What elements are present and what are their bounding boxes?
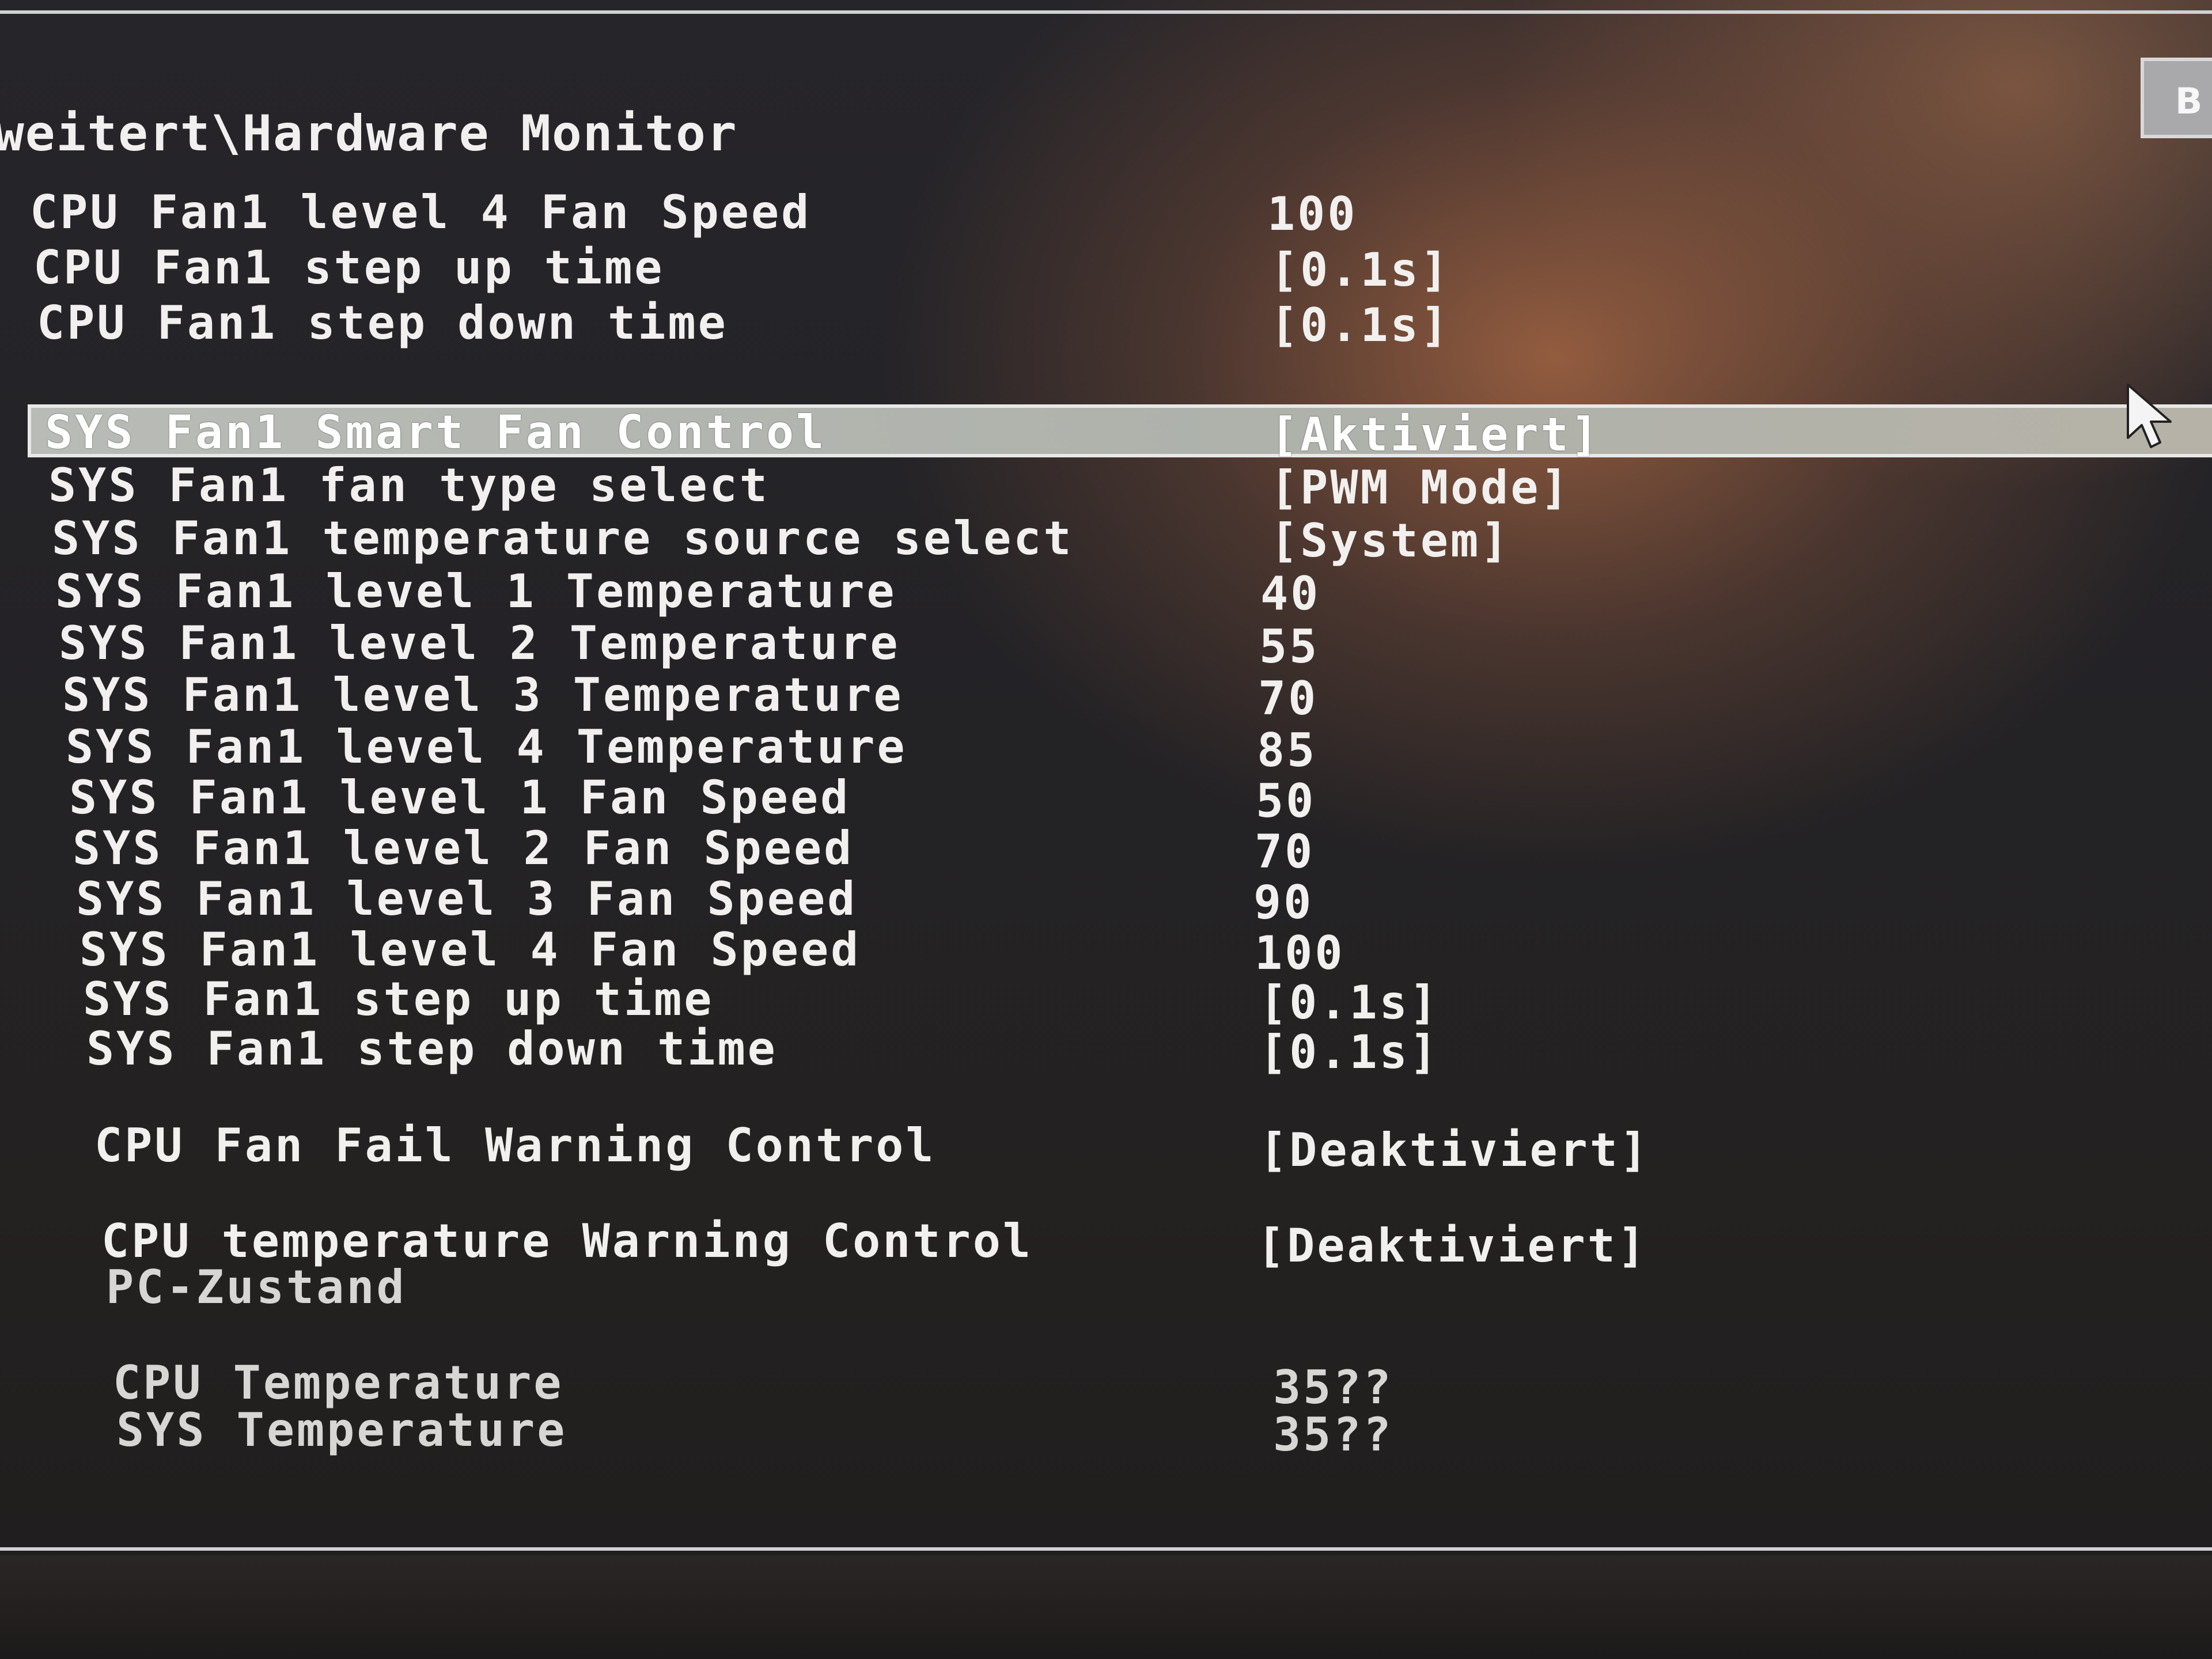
sys-fan1-level1-temp-label[interactable]: SYS Fan1 level 1 Temperature [55,565,897,618]
sys-fan1-level1-temp-value[interactable]: 40 [1260,567,1320,620]
sys-fan1-temp-source-value[interactable]: [System] [1270,514,1510,567]
sys-fan1-level2-speed-value[interactable]: 70 [1255,825,1315,878]
sys-fan1-smart-fan-control-value[interactable]: [Aktiviert] [1270,408,1601,461]
sys-fan1-step-up-label[interactable]: SYS Fan1 step up time [83,972,714,1026]
cpu-fan1-level4-speed-value[interactable]: 100 [1267,187,1358,241]
sys-fan1-level2-speed-label[interactable]: SYS Fan1 level 2 Fan Speed [73,821,854,875]
sys-fan1-fan-type-label[interactable]: SYS Fan1 fan type select [48,459,770,512]
sys-temperature-value: 35?? [1273,1408,1393,1461]
cpu-fan1-step-down-label[interactable]: CPU Fan1 step down time [37,296,728,350]
back-button[interactable]: B [2141,58,2212,138]
sys-temperature-label: SYS Temperature [116,1403,567,1457]
cpu-fan-fail-warning-value[interactable]: [Deaktiviert] [1259,1123,1650,1177]
cpu-fan1-step-down-value[interactable]: [0.1s] [1270,298,1450,352]
bios-screen: B weitert\Hardware Monitor CPU Fan1 leve… [0,0,2212,1659]
cpu-temperature-label: CPU Temperature [113,1356,564,1410]
sys-fan1-step-up-value[interactable]: [0.1s] [1259,976,1440,1029]
sys-fan1-step-down-value[interactable]: [0.1s] [1259,1025,1440,1079]
cpu-fan-fail-warning-label[interactable]: CPU Fan Fail Warning Control [94,1119,936,1172]
sys-fan1-temp-source-label[interactable]: SYS Fan1 temperature source select [52,512,1074,565]
sys-fan1-step-down-label[interactable]: SYS Fan1 step down time [86,1022,778,1075]
cpu-temperature-value: 35?? [1273,1361,1393,1414]
cpu-fan1-step-up-value[interactable]: [0.1s] [1270,243,1450,297]
sys-fan1-level4-temp-value[interactable]: 85 [1257,724,1317,777]
cpu-fan1-level4-speed-label[interactable]: CPU Fan1 level 4 Fan Speed [30,185,811,239]
sys-fan1-level3-speed-label[interactable]: SYS Fan1 level 3 Fan Speed [76,872,857,926]
sys-fan1-level2-temp-label[interactable]: SYS Fan1 level 2 Temperature [59,616,900,670]
sys-fan1-level3-temp-label[interactable]: SYS Fan1 level 3 Temperature [62,668,904,722]
sys-fan1-level2-temp-value[interactable]: 55 [1259,620,1319,673]
cpu-temp-warning-value[interactable]: [Deaktiviert] [1257,1219,1647,1272]
sys-fan1-level4-speed-value[interactable]: 100 [1255,926,1345,980]
sys-fan1-level3-speed-value[interactable]: 90 [1253,876,1313,929]
breadcrumb: weitert\Hardware Monitor [0,105,738,162]
sys-fan1-level4-temp-label[interactable]: SYS Fan1 level 4 Temperature [66,720,907,774]
sys-fan1-smart-fan-control-label[interactable]: SYS Fan1 Smart Fan Control [45,406,826,459]
top-divider [0,10,2212,14]
pc-status-heading: PC-Zustand [106,1260,407,1314]
sys-fan1-fan-type-value[interactable]: [PWM Mode] [1270,461,1571,514]
cpu-fan1-step-up-label[interactable]: CPU Fan1 step up time [33,241,664,294]
bottom-divider [0,1547,2212,1551]
sys-fan1-level3-temp-value[interactable]: 70 [1258,672,1318,725]
sys-fan1-level1-speed-value[interactable]: 50 [1256,774,1316,828]
sys-fan1-level4-speed-label[interactable]: SYS Fan1 level 4 Fan Speed [79,923,861,976]
bottom-bar [0,1555,2212,1659]
mouse-pointer-icon [2127,384,2172,448]
sys-fan1-level1-speed-label[interactable]: SYS Fan1 level 1 Fan Speed [69,771,850,824]
